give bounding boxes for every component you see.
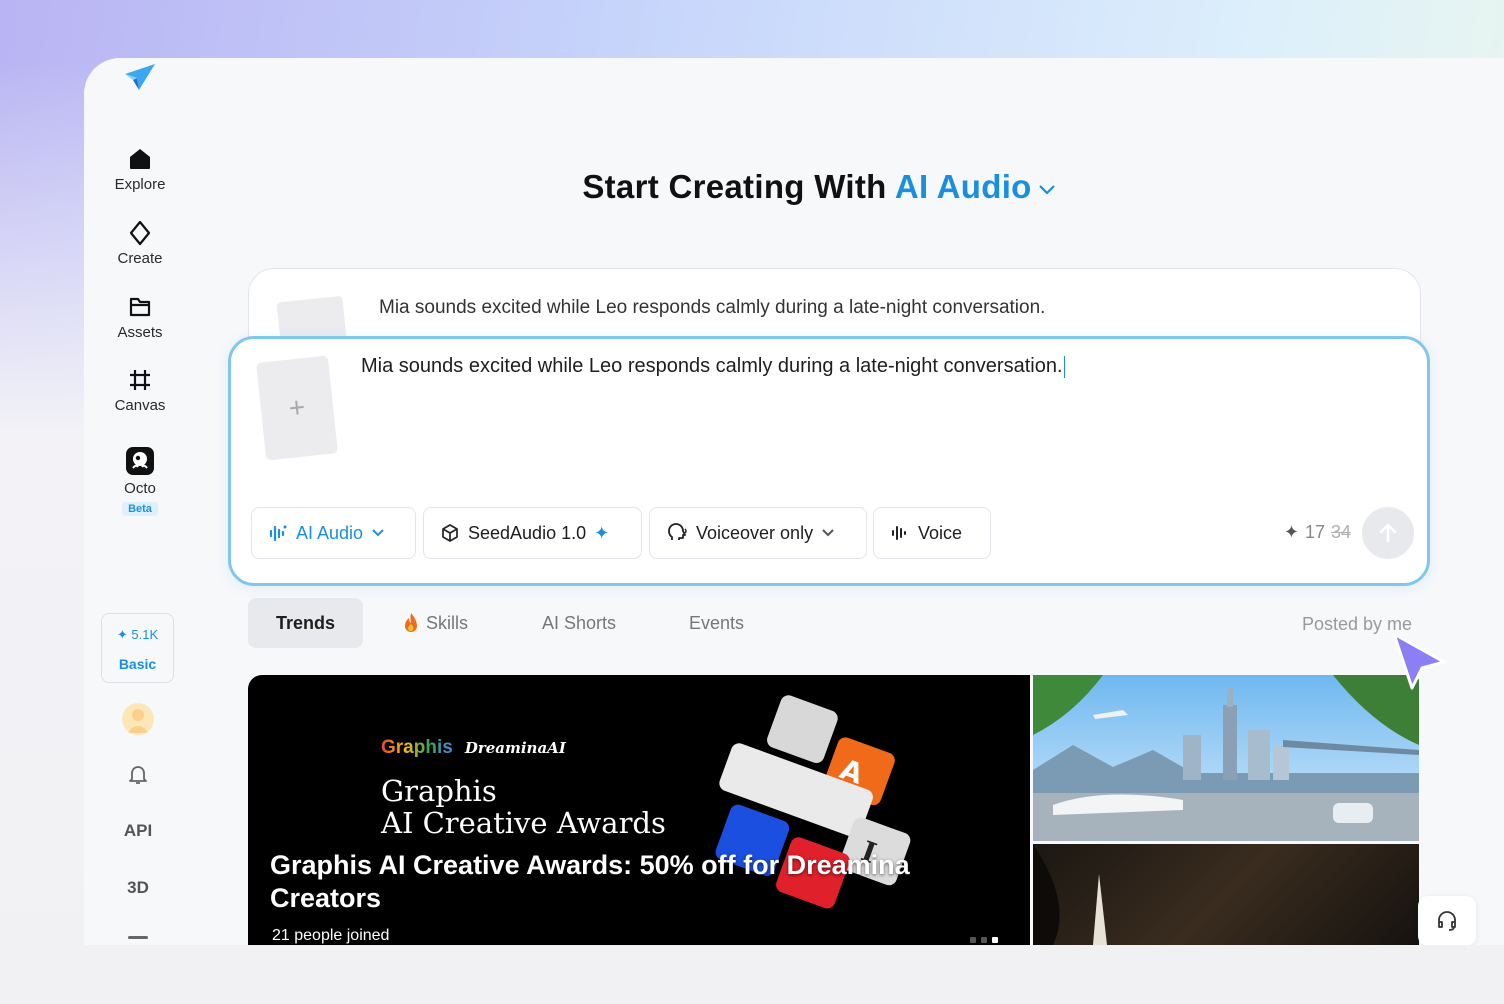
prompt-text: Mia sounds excited while Leo responds ca… [361, 355, 1063, 377]
user-avatar-icon [127, 709, 149, 733]
sparkle-icon: ✦ [116, 627, 128, 642]
speaking-head-icon [668, 523, 687, 540]
model-select-label: SeedAudio 1.0 [468, 522, 587, 543]
folder-icon [129, 297, 151, 317]
sidebar-item-assets[interactable]: Assets [104, 294, 176, 342]
sidebar-item-label: Assets [117, 324, 163, 341]
api-link[interactable]: API [114, 821, 162, 841]
bell-icon[interactable] [126, 762, 150, 786]
banner-joined-count: 21 people joined [272, 927, 390, 944]
plus-icon: + [287, 391, 307, 424]
page-title: Start Creating With AI Audio [84, 168, 1504, 206]
tab-label: Trends [276, 612, 336, 633]
sparkle-icon: ✦ [594, 522, 610, 543]
credits-amount: 5.1K [131, 627, 159, 642]
dark-illustration [1033, 844, 1107, 945]
support-button[interactable] [1418, 896, 1476, 945]
send-button[interactable] [1362, 507, 1414, 559]
city-image-card[interactable] [1033, 675, 1419, 841]
city-illustration [1033, 675, 1419, 841]
carousel-dots[interactable] [970, 937, 998, 943]
sidebar-item-label: Octo [124, 480, 156, 497]
plan-label: Basic [118, 656, 157, 672]
add-reference-button[interactable]: + [256, 355, 338, 461]
more-indicator [128, 936, 148, 939]
sidebar-item-create[interactable]: Create [104, 220, 176, 268]
text-cursor [1063, 355, 1065, 378]
sparkle-icon: ✦ [1283, 522, 1299, 542]
waveform-icon [892, 526, 906, 540]
model-select[interactable]: SeedAudio 1.0 ✦ [423, 507, 642, 559]
cost-original: 34 [1330, 522, 1351, 542]
sidebar-item-label: Canvas [114, 397, 166, 414]
headset-icon [1438, 911, 1456, 931]
octo-app-icon [126, 447, 154, 475]
title-prefix: Start Creating With [582, 168, 887, 205]
voice-select[interactable]: Voice [873, 507, 991, 559]
mode-dropdown-label: AI Audio [894, 168, 1032, 205]
sidebar-item-label: Create [117, 250, 163, 267]
dark-image-card[interactable] [1033, 844, 1419, 945]
tab-skills[interactable]: Skills [402, 598, 468, 648]
cube-icon [442, 524, 458, 542]
mode-dropdown[interactable]: AI Audio [895, 168, 1056, 205]
sidebar-item-canvas[interactable]: Canvas [104, 367, 176, 415]
tab-label: AI Shorts [542, 612, 617, 633]
tab-ai-shorts[interactable]: AI Shorts [542, 598, 616, 648]
output-select[interactable]: Voiceover only [649, 507, 867, 559]
credits-button[interactable]: ✦ 5.1K Basic [101, 613, 174, 683]
tab-label: Skills [426, 612, 469, 633]
prompt-composer: + Mia sounds excited while Leo responds … [228, 336, 1430, 586]
chevron-down-icon [822, 529, 834, 537]
audio-bars-icon [269, 525, 287, 542]
app-window: Explore Create Assets Canvas Octo Beta ✦… [84, 58, 1504, 945]
arrow-up-icon [1379, 523, 1397, 543]
cursor-pointer-icon [1392, 632, 1446, 690]
credit-cost: ✦ 17 34 [1284, 522, 1351, 543]
previous-prompt-text: Mia sounds excited while Leo responds ca… [379, 297, 1046, 318]
fire-icon [405, 613, 417, 632]
banner-poster-title: Graphis AI Creative Awards [381, 774, 666, 840]
sidebar-item-octo[interactable]: Octo Beta [104, 446, 176, 517]
grid-frame-icon [130, 370, 150, 390]
banner-headline: Graphis AI Creative Awards: 50% off for … [270, 850, 910, 913]
beta-badge: Beta [122, 502, 158, 516]
output-select-label: Voiceover only [696, 522, 814, 543]
dreamina-logo-icon[interactable] [119, 60, 159, 94]
banner-brand: Graphis DreaminaAI [381, 737, 566, 758]
mode-select[interactable]: AI Audio [251, 507, 416, 559]
voice-select-label: Voice [918, 522, 963, 543]
tab-label: Events [689, 612, 745, 633]
avatar[interactable] [122, 703, 154, 735]
chevron-down-icon [372, 529, 384, 537]
prompt-input[interactable]: Mia sounds excited while Leo responds ca… [361, 355, 1065, 378]
tab-trends[interactable]: Trends [248, 598, 364, 648]
chevron-down-icon [1038, 185, 1055, 195]
3d-link[interactable]: 3D [114, 878, 162, 898]
cost-value: 17 [1304, 522, 1325, 542]
tab-events[interactable]: Events [689, 598, 744, 648]
mode-select-label: AI Audio [296, 522, 364, 543]
sparkle-outline-icon [129, 220, 151, 246]
featured-banner[interactable]: A I Graphis DreaminaAI Graphis AI Creative… [248, 675, 1030, 945]
